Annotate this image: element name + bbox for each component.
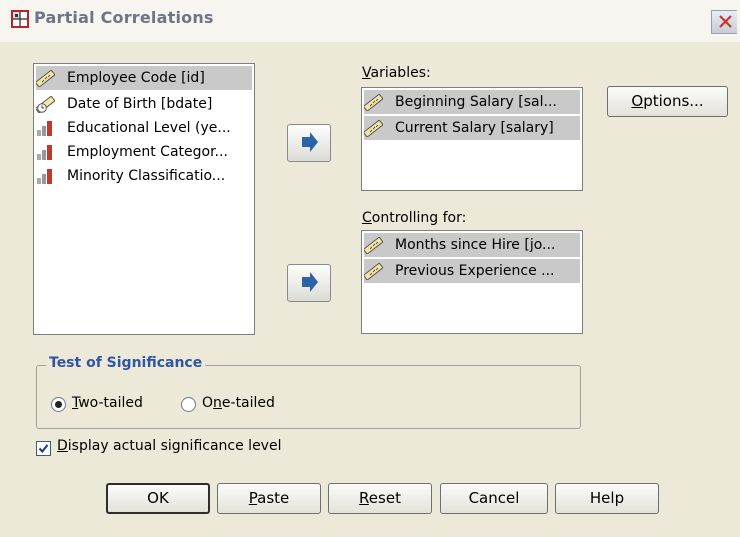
cancel-button[interactable]: Cancel [440, 483, 548, 514]
options-button[interactable]: Options... [607, 86, 728, 117]
reset-button[interactable]: Reset [328, 483, 432, 514]
significance-group-legend: Test of Significance [46, 355, 206, 371]
list-item[interactable]: Minority Classificatio... [36, 164, 252, 188]
list-item[interactable]: Educational Level (ye... [36, 116, 252, 140]
scale-ruler-icon [364, 236, 384, 254]
arrow-right-icon [302, 132, 318, 152]
two-tailed-label[interactable]: Two-tailed [72, 395, 143, 411]
scale-ruler-icon [364, 262, 384, 280]
variables-label: Variables: [362, 65, 431, 81]
help-button[interactable]: Help [555, 483, 659, 514]
ordinal-bars-icon [37, 169, 52, 184]
list-item[interactable]: Current Salary [salary] [364, 116, 580, 140]
close-button[interactable] [711, 10, 737, 34]
list-item-label: Minority Classificatio... [67, 168, 226, 184]
variables-list[interactable]: Beginning Salary [sal... Current Salary … [361, 87, 583, 191]
one-tailed-label[interactable]: One-tailed [202, 395, 275, 411]
dialog-title: Partial Correlations [34, 8, 214, 27]
one-tailed-radio[interactable] [181, 397, 196, 412]
list-item-label: Employee Code [id] [67, 70, 205, 86]
list-item[interactable]: Employee Code [id] [36, 66, 252, 90]
list-item[interactable]: Date of Birth [bdate] [36, 92, 252, 116]
date-variable-icon [36, 95, 56, 113]
source-variable-list[interactable]: Employee Code [id] Date of Birth [bdate]… [33, 63, 255, 335]
controlling-for-label: Controlling for: [362, 210, 467, 226]
partial-correlations-app-icon [11, 10, 29, 28]
ok-button[interactable]: OK [106, 483, 210, 514]
arrow-right-icon [302, 272, 318, 292]
list-item[interactable]: Months since Hire [jo... [364, 233, 580, 257]
list-item-label: Date of Birth [bdate] [67, 96, 213, 112]
display-significance-checkbox[interactable] [36, 441, 51, 456]
radio-selected-dot [55, 401, 62, 408]
scale-ruler-icon [36, 69, 56, 87]
move-to-controlling-button[interactable] [287, 264, 331, 302]
list-item-label: Previous Experience ... [395, 263, 555, 279]
two-tailed-radio[interactable] [51, 397, 66, 412]
paste-button[interactable]: Paste [217, 483, 321, 514]
ordinal-bars-icon [37, 145, 52, 160]
list-item-label: Beginning Salary [sal... [395, 94, 557, 110]
checkmark-icon [38, 444, 49, 454]
list-item-label: Educational Level (ye... [67, 120, 231, 136]
list-item[interactable]: Beginning Salary [sal... [364, 90, 580, 114]
scale-ruler-icon [364, 119, 384, 137]
display-significance-label[interactable]: Display actual significance level [57, 438, 281, 454]
list-item[interactable]: Employment Categor... [36, 140, 252, 164]
list-item[interactable]: Previous Experience ... [364, 259, 580, 283]
close-icon [719, 15, 732, 28]
ordinal-bars-icon [37, 121, 52, 136]
list-item-label: Employment Categor... [67, 144, 228, 160]
list-item-label: Current Salary [salary] [395, 120, 554, 136]
scale-ruler-icon [364, 93, 384, 111]
controlling-for-list[interactable]: Months since Hire [jo... Previous Experi… [361, 230, 583, 334]
move-to-variables-button[interactable] [287, 124, 331, 162]
list-item-label: Months since Hire [jo... [395, 237, 556, 253]
